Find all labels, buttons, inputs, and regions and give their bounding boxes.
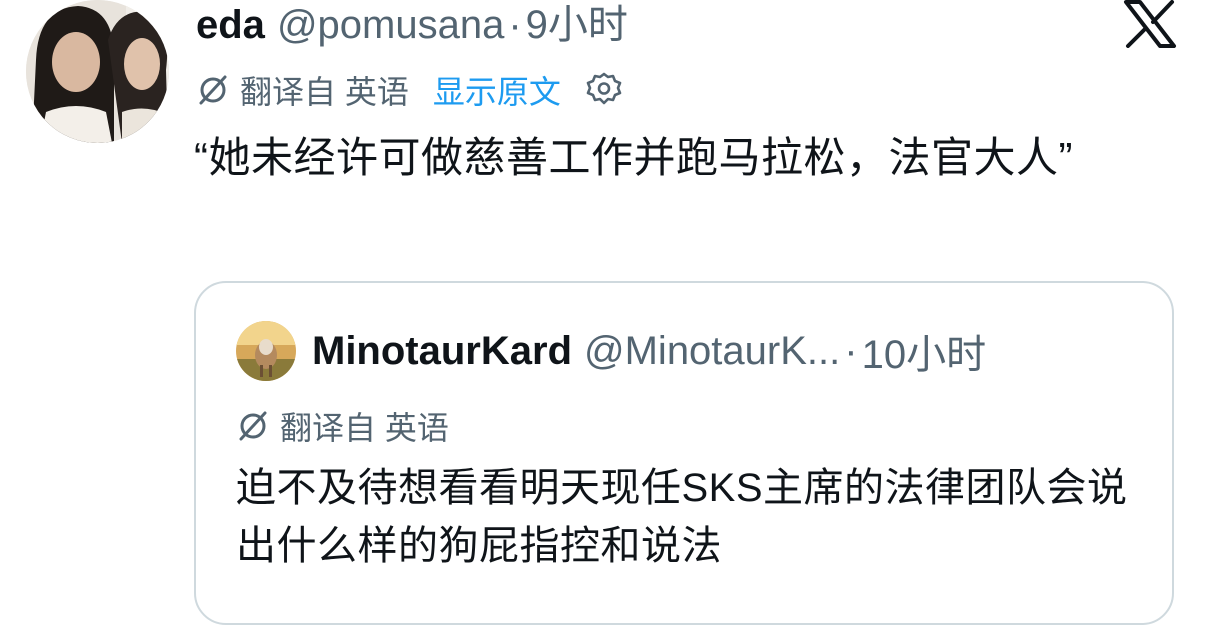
quoted-tweet-header: MinotaurKard @MinotaurK... · 10小时 [312, 321, 986, 381]
translate-icon [236, 409, 270, 443]
tweet-text: “她未经许可做慈善工作并跑马拉松，法官大人” [194, 134, 1073, 181]
quoted-author-avatar[interactable] [236, 321, 296, 381]
quoted-tweet-text: 迫不及待想看看明天现任SKS主席的法律团队会说出什么样的狗屁指控和说法 [236, 466, 1128, 568]
translate-icon [196, 73, 230, 107]
quoted-tweet-card[interactable]: MinotaurKard @MinotaurK... · 10小时 翻译自 英语… [194, 281, 1174, 625]
author-display-name[interactable]: eda [196, 3, 265, 48]
quoted-translation-label: 翻译自 英语 [280, 410, 449, 446]
show-original-link[interactable]: 显示原文 [433, 67, 561, 113]
translation-label: 翻译自 英语 [240, 74, 409, 110]
quoted-tweet-timestamp[interactable]: 10小时 [862, 322, 987, 380]
translation-row: 翻译自 英语 显示原文 [196, 66, 623, 114]
quoted-author-handle[interactable]: @MinotaurK... [584, 329, 840, 374]
gear-icon[interactable] [585, 71, 623, 109]
header-separator: · [508, 3, 522, 47]
author-handle[interactable]: @pomusana [277, 3, 504, 48]
x-logo-icon[interactable] [1120, 0, 1180, 48]
quoted-translation-row: 翻译自 英语 [236, 401, 449, 451]
tweet-header: eda @pomusana · 9小时 [196, 0, 628, 48]
quoted-header-separator: · [844, 328, 858, 373]
tweet-timestamp[interactable]: 9小时 [526, 0, 628, 50]
author-avatar[interactable] [26, 0, 169, 143]
quoted-author-display-name[interactable]: MinotaurKard [312, 329, 572, 374]
